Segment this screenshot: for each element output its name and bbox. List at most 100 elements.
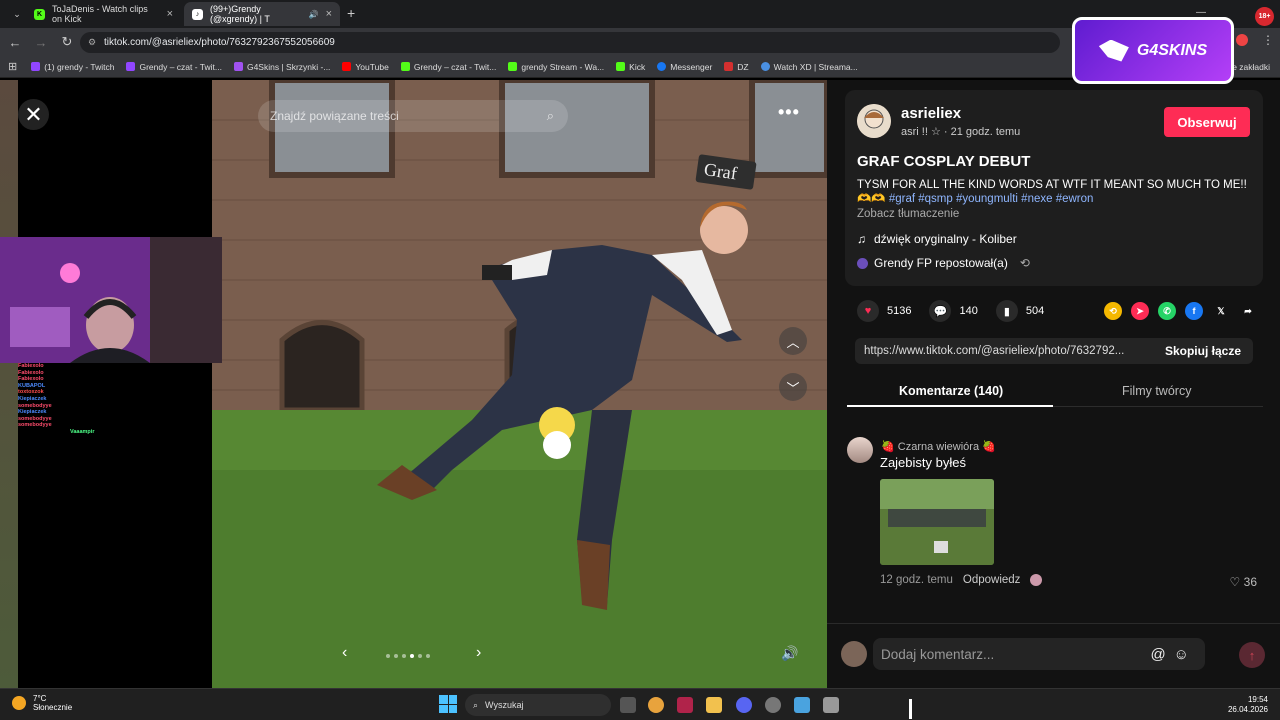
send-comment-button[interactable]: ↑: [1239, 642, 1265, 668]
back-icon[interactable]: ←: [4, 31, 26, 53]
comment-button[interactable]: 💬 140: [929, 300, 978, 322]
bookmark[interactable]: Grendy – czat - Twit...: [126, 62, 222, 72]
bookmark[interactable]: (1) grendy - Twitch: [31, 62, 114, 72]
comment-like-count: 36: [1243, 575, 1257, 589]
tab-search-button[interactable]: ⌄: [6, 3, 28, 25]
post-card: asrieliex asri !! ☆ · 21 godz. temu Obse…: [845, 90, 1263, 286]
bookmark[interactable]: YouTube: [342, 62, 389, 72]
sound-link[interactable]: ♫ dźwięk oryginalny - Koliber: [857, 232, 1017, 246]
creator-liked-avatar: [1030, 574, 1043, 586]
avatar[interactable]: [847, 437, 873, 463]
x-icon[interactable]: 𝕏: [1212, 302, 1230, 320]
bookmark-label: Messenger: [670, 61, 713, 72]
tab-comments[interactable]: Komentarze (140): [899, 384, 1003, 398]
sun-icon: [12, 696, 26, 710]
related-search-input[interactable]: Znajdź powiązane treści ⌕: [258, 100, 568, 132]
g4skins-overlay-logo: G4SKINS: [1072, 17, 1234, 84]
speaker-icon[interactable]: 🔊: [309, 10, 319, 19]
strawberry-icon: 🍓: [982, 441, 996, 453]
bookmark[interactable]: Watch XD | Streama...: [760, 62, 858, 72]
facebook-icon[interactable]: f: [1185, 302, 1203, 320]
chat-username: toxtoxzok: [18, 389, 44, 396]
panel-tabs: Komentarze (140) Filmy twórcy: [847, 373, 1263, 407]
browser-tab-tiktok[interactable]: ♪ (99+)Grendy (@xgrendy) | T 🔊 ×: [184, 2, 340, 26]
all-bookmarks-link[interactable]: e zakładki: [1232, 62, 1270, 72]
page-dot[interactable]: [386, 654, 390, 658]
bookmark[interactable]: Kick: [616, 62, 645, 72]
post-photo[interactable]: Graf Znajdź powiązane treści ⌕: [212, 80, 827, 688]
bookmark[interactable]: DZ: [724, 62, 749, 72]
send-share-icon[interactable]: ➤: [1131, 302, 1149, 320]
bookmark-icon: ▮: [995, 300, 1018, 322]
browser-tab-kick[interactable]: K ToJaDenis - Watch clips on Kick ×: [26, 2, 181, 26]
volume-icon[interactable]: 🔊: [781, 645, 798, 662]
more-options-icon[interactable]: •••: [778, 102, 800, 123]
calculator-icon[interactable]: [823, 697, 839, 713]
save-button[interactable]: ▮ 504: [995, 300, 1044, 322]
taskbar-search[interactable]: ⌕ Wyszukaj: [465, 694, 611, 716]
system-clock[interactable]: 19:54 26.04.2026: [1228, 695, 1268, 715]
next-photo-icon[interactable]: ›: [476, 644, 481, 662]
bookmark-label: (1) grendy - Twitch: [44, 61, 115, 72]
page-dot[interactable]: [402, 654, 406, 658]
close-tab-icon[interactable]: ×: [326, 8, 332, 20]
comment-like-button[interactable]: ♡ 36: [1230, 575, 1257, 589]
see-translation-link[interactable]: Zobacz tłumaczenie: [857, 208, 959, 220]
discord-icon[interactable]: [736, 697, 752, 713]
tab-creator-videos[interactable]: Filmy twórcy: [1122, 384, 1191, 398]
windows-start-icon[interactable]: [439, 695, 457, 713]
g4skins-label: G4SKINS: [1136, 41, 1208, 59]
weather-widget[interactable]: 7°C Słonecznie: [12, 694, 72, 712]
apps-icon[interactable]: ⊞: [8, 60, 17, 73]
comment-input[interactable]: Dodaj komentarz... @☺: [873, 638, 1205, 670]
whatsapp-icon[interactable]: ✆: [1158, 302, 1176, 320]
comment-author[interactable]: 🍓 Czarna wiewióra 🍓: [881, 440, 996, 453]
reply-button[interactable]: Odpowiedz: [963, 574, 1021, 586]
share-arrow-icon[interactable]: ➦: [1239, 302, 1257, 320]
menu-icon[interactable]: ⋮: [1262, 33, 1274, 47]
bookmark[interactable]: grendy Stream - Wa...: [508, 62, 604, 72]
close-viewer-button[interactable]: ✕: [18, 99, 49, 130]
profile-icon[interactable]: [1236, 34, 1248, 46]
steam-icon[interactable]: [765, 697, 781, 713]
chrome-icon[interactable]: [648, 697, 664, 713]
follow-button[interactable]: Obserwuj: [1164, 107, 1250, 137]
forward-icon[interactable]: →: [30, 31, 52, 53]
bookmark[interactable]: Messenger: [657, 62, 712, 72]
next-post-button[interactable]: ﹀: [779, 373, 807, 401]
bookmark[interactable]: Grendy – czat - Twit...: [400, 62, 496, 72]
comment-image[interactable]: [880, 479, 994, 565]
mention-emoji-icons[interactable]: @☺: [1150, 646, 1197, 663]
bookmark[interactable]: G4Skins | Skrzynki -...: [233, 62, 330, 72]
task-view-icon[interactable]: [620, 697, 636, 713]
prev-photo-icon[interactable]: ‹: [342, 644, 347, 662]
notepad-icon[interactable]: [794, 697, 810, 713]
search-icon[interactable]: ⌕: [547, 108, 554, 124]
repost-share-icon[interactable]: ⟲: [1104, 302, 1122, 320]
post-username[interactable]: asrieliex: [901, 105, 961, 122]
media-viewer: Graf Znajdź powiązane treści ⌕ Fabiexolo…: [0, 80, 827, 688]
affinity-icon[interactable]: [677, 697, 693, 713]
page-dot[interactable]: [426, 654, 430, 658]
hashtags[interactable]: #graf #qsmp #youngmulti #nexe #ewron: [889, 193, 1094, 205]
youtube-icon: [724, 62, 734, 71]
close-tab-icon[interactable]: ×: [167, 8, 173, 20]
like-button[interactable]: ♥ 5136: [857, 300, 911, 322]
copy-link-button[interactable]: Skopiuj łącze: [1165, 344, 1253, 358]
new-tab-button[interactable]: +: [347, 5, 355, 21]
reposter-avatar[interactable]: [857, 257, 868, 269]
previous-post-button[interactable]: ︿: [779, 327, 807, 355]
chat-username: KUBAPOL: [18, 382, 46, 389]
page-dot[interactable]: [394, 654, 398, 658]
search-placeholder: Znajdź powiązane treści: [270, 109, 399, 123]
post-link-text[interactable]: https://www.tiktok.com/@asrieliex/photo/…: [855, 345, 1145, 357]
page-dot-active[interactable]: [410, 654, 414, 658]
reload-icon[interactable]: ↻: [56, 31, 78, 53]
page-dot[interactable]: [418, 654, 422, 658]
avatar[interactable]: [857, 104, 891, 138]
url-field[interactable]: ⚙ tiktok.com/@asrieliex/photo/7632792367…: [80, 32, 1060, 53]
file-explorer-icon[interactable]: [706, 697, 722, 713]
weather-text: Słonecznie: [33, 703, 73, 712]
blurred-background: [0, 80, 18, 688]
site-info-icon[interactable]: ⚙: [88, 37, 98, 47]
